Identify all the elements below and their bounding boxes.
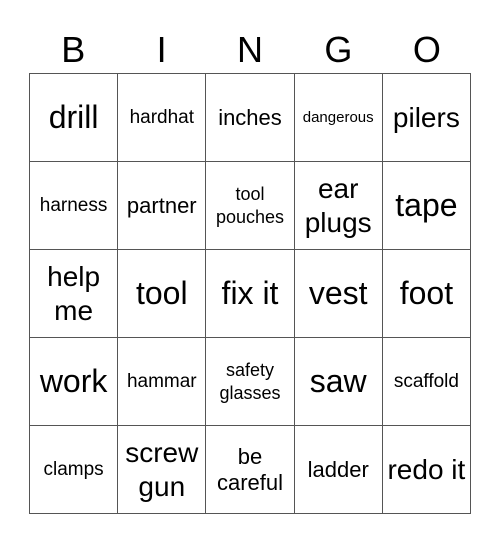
bingo-cell[interactable]: fix it <box>206 250 295 338</box>
bingo-cell-label: hardhat <box>129 106 195 128</box>
bingo-cell[interactable]: ladder <box>294 426 383 514</box>
bingo-cell-label: partner <box>126 192 197 218</box>
header-letter-b: B <box>61 29 86 70</box>
bingo-header: B I N G O <box>29 28 471 72</box>
bingo-cell[interactable]: pilers <box>382 74 471 162</box>
bingo-cell-label: safety glasses <box>219 360 281 403</box>
bingo-cell[interactable]: hammar <box>118 338 207 426</box>
bingo-cell[interactable]: inches <box>206 74 295 162</box>
bingo-cell-label: fix it <box>221 275 279 312</box>
bingo-cell-label: drill <box>48 99 99 136</box>
bingo-cell-label: work <box>39 363 108 400</box>
bingo-cell[interactable]: tool <box>118 250 207 338</box>
bingo-cell-label: help me <box>47 260 101 326</box>
bingo-cell-label: pilers <box>392 101 460 133</box>
bingo-cell-label: harness <box>39 194 108 216</box>
bingo-cell[interactable]: vest <box>294 250 383 338</box>
bingo-cell[interactable]: clamps <box>30 426 119 514</box>
bingo-cell-label: scaffold <box>393 370 459 392</box>
bingo-grid: drill hardhat inches dangerous pilers harness… <box>29 73 471 514</box>
bingo-cell[interactable]: tool pouches <box>206 162 295 250</box>
bingo-cell[interactable]: be careful <box>206 426 295 514</box>
bingo-cell-label: dangerous <box>302 108 374 126</box>
bingo-cell-label: tool <box>135 275 188 312</box>
header-letter-o: O <box>412 29 441 70</box>
bingo-cell[interactable]: work <box>30 338 119 426</box>
bingo-cell-label: foot <box>399 275 454 312</box>
bingo-cell[interactable]: partner <box>118 162 207 250</box>
bingo-cell[interactable]: help me <box>30 250 119 338</box>
bingo-cell[interactable]: scaffold <box>382 338 471 426</box>
bingo-cell-label: screw gun <box>125 436 199 502</box>
bingo-cell[interactable]: harness <box>30 162 119 250</box>
header-letter-n: N <box>237 29 264 70</box>
bingo-cell-label: tool pouches <box>215 184 285 227</box>
bingo-cell-label: vest <box>308 275 368 312</box>
bingo-cell-label: be careful <box>216 444 284 495</box>
bingo-cell-label: hammar <box>126 370 197 392</box>
bingo-cell[interactable]: dangerous <box>294 74 383 162</box>
header-letter-i: I <box>156 29 167 70</box>
bingo-cell-label: clamps <box>43 458 104 480</box>
bingo-cell[interactable]: drill <box>30 74 119 162</box>
bingo-cell[interactable]: ear plugs <box>294 162 383 250</box>
bingo-cell[interactable]: redo it <box>382 426 471 514</box>
bingo-cell[interactable]: safety glasses <box>206 338 295 426</box>
bingo-cell[interactable]: hardhat <box>118 74 207 162</box>
bingo-cell-label: ear plugs <box>304 172 372 238</box>
bingo-cell-label: ladder <box>307 456 369 482</box>
bingo-cell[interactable]: foot <box>382 250 471 338</box>
bingo-cell[interactable]: screw gun <box>118 426 207 514</box>
bingo-cell-label: tape <box>395 187 458 224</box>
bingo-cell-label: saw <box>309 363 367 400</box>
bingo-cell-label: inches <box>218 104 282 130</box>
bingo-cell[interactable]: saw <box>294 338 383 426</box>
bingo-cell-label: redo it <box>387 453 466 485</box>
bingo-cell[interactable]: tape <box>382 162 471 250</box>
header-letter-g: G <box>324 29 353 70</box>
